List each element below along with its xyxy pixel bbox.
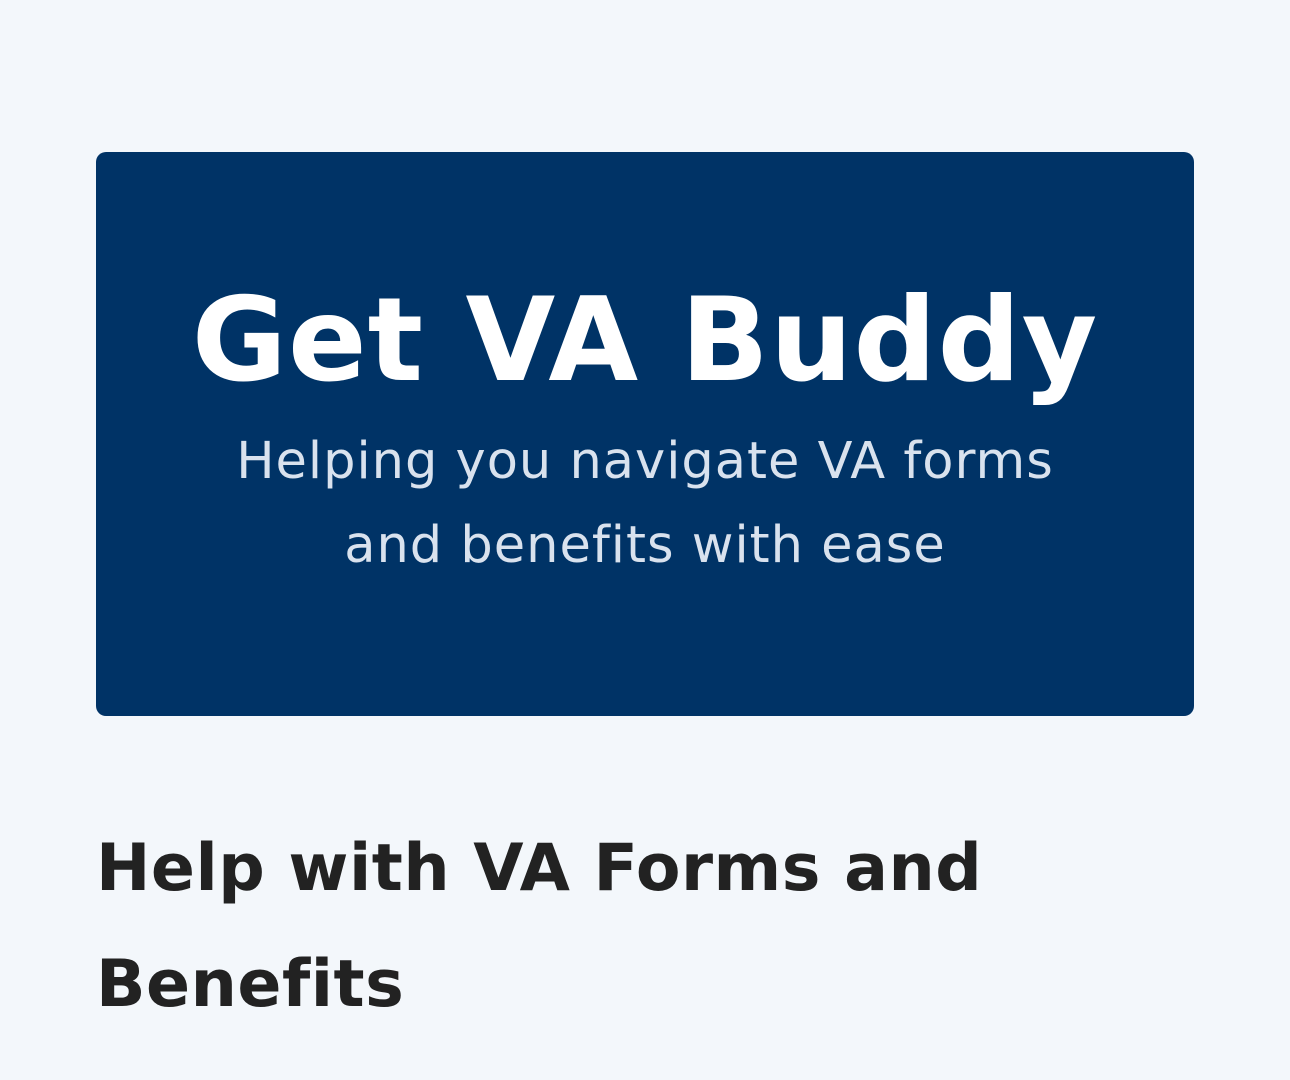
hero-title: Get VA Buddy [191, 273, 1099, 409]
hero-banner: Get VA Buddy Helping you navigate VA for… [96, 152, 1194, 716]
section-title: Help with VA Forms and Benefits [96, 831, 983, 1022]
hero-subtitle: Helping you navigate VA forms and benefi… [236, 431, 1054, 575]
